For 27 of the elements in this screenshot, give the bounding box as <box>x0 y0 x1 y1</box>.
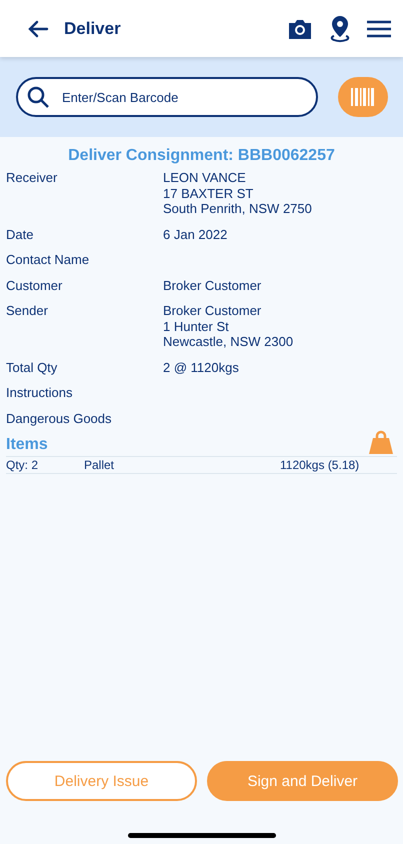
location-pin-icon[interactable] <box>329 14 351 42</box>
detail-value: 2 @ 1120kgs <box>163 360 240 375</box>
detail-label: Sender <box>6 303 49 320</box>
delivery-issue-button[interactable]: Delivery Issue <box>6 761 197 801</box>
detail-label: Receiver <box>6 170 58 187</box>
item-weight: 1120kgs (5.18) <box>280 458 360 472</box>
item-qty: Qty: 2 <box>6 458 40 472</box>
barcode-icon <box>350 88 376 106</box>
item-type: Pallet <box>84 458 116 472</box>
detail-value: Broker Customer <box>163 278 262 293</box>
page-title: Deliver <box>64 18 122 38</box>
detail-label: Dangerous Goods <box>6 410 113 426</box>
detail-value: LEON VANCE 17 BAXTER ST South Penrith, NSW 2750 <box>163 170 313 216</box>
items-heading: Items <box>6 436 48 454</box>
detail-label: Instructions <box>6 385 74 400</box>
detail-label: Customer <box>6 278 64 293</box>
detail-value: 6 Jan 2022 <box>163 226 228 242</box>
detail-label: Total Qty <box>6 360 58 375</box>
detail-label: Contact Name <box>6 252 90 268</box>
consignment-title: Deliver Consignment: BBB0062257 <box>67 147 336 165</box>
search-icon <box>27 86 49 108</box>
detail-label: Date <box>6 226 34 242</box>
camera-icon[interactable] <box>287 18 313 40</box>
detail-value: Broker Customer 1 Hunter St Newcastle, NSW 2300 <box>163 303 294 350</box>
sign-and-deliver-button[interactable]: Sign and Deliver <box>207 761 398 801</box>
barcode-search-field[interactable]: Enter/Scan Barcode <box>16 77 318 117</box>
menu-icon[interactable] <box>367 20 391 38</box>
